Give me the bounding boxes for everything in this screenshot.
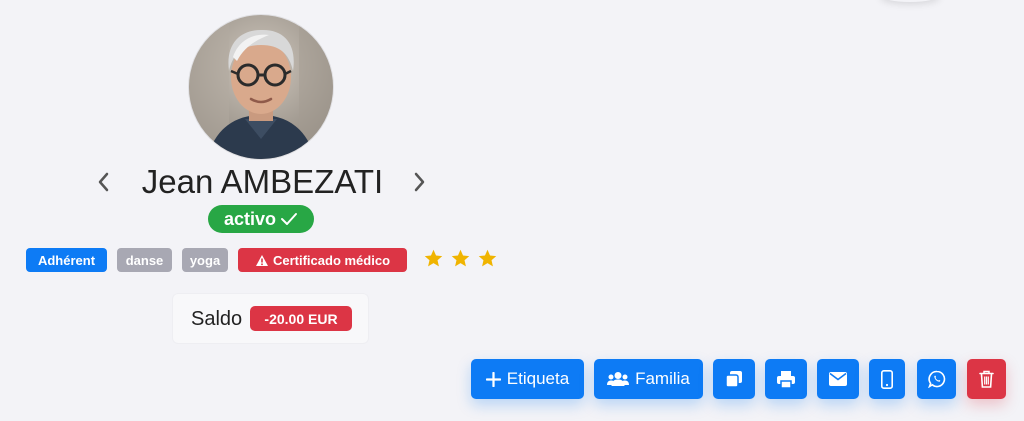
sms-button[interactable] [869, 359, 905, 399]
tag-label: Adhérent [37, 252, 96, 268]
tag-label: danse [125, 252, 164, 268]
email-button[interactable] [817, 359, 859, 399]
tag-yoga[interactable]: yoga [182, 248, 228, 272]
action-toolbar: Etiqueta Familia [0, 359, 1024, 399]
plus-icon [485, 371, 501, 387]
balance-value-badge: -20.00 EUR [250, 306, 352, 331]
check-icon [281, 213, 298, 225]
print-button[interactable] [765, 359, 807, 399]
chevron-left-icon [98, 172, 109, 192]
print-icon [777, 370, 795, 388]
tag-danse[interactable]: danse [117, 248, 172, 272]
member-profile-page: Jean AMBEZATI activo Adhérent danse yoga [0, 0, 1024, 421]
rating-stars [423, 248, 498, 270]
mobile-icon [881, 369, 893, 389]
family-button[interactable]: Familia [594, 359, 703, 399]
tag-label: yoga [189, 252, 221, 268]
balance-label: Saldo [191, 308, 243, 330]
name-row: Jean AMBEZATI [90, 160, 435, 204]
balance-card: Saldo -20.00 EUR [173, 294, 368, 343]
member-name: Jean AMBEZATI [141, 163, 384, 200]
trash-icon [979, 370, 994, 388]
status-label: activo [223, 208, 277, 229]
star-icon [478, 249, 497, 267]
whatsapp-button[interactable] [917, 359, 956, 399]
family-button-label: Familia [635, 369, 690, 388]
copy-icon [725, 371, 742, 388]
delete-button[interactable] [967, 359, 1006, 399]
users-icon [607, 372, 630, 386]
tag-adherent[interactable]: Adhérent [26, 248, 107, 272]
whatsapp-icon [927, 370, 945, 388]
status-badge: activo [208, 205, 314, 233]
star-icon [451, 249, 470, 267]
top-dropdown-shadow [880, 0, 940, 2]
chevron-right-icon [414, 172, 425, 192]
add-label-button[interactable]: Etiqueta [471, 359, 584, 399]
avatar [189, 15, 333, 159]
add-label-button-label: Etiqueta [506, 369, 570, 388]
envelope-icon [829, 372, 847, 386]
star-icon [424, 249, 443, 267]
previous-member-button[interactable] [90, 168, 116, 196]
next-member-button[interactable] [407, 168, 433, 196]
duplicate-button[interactable] [713, 359, 755, 399]
warning-icon [255, 254, 268, 266]
avatar-photo [189, 15, 333, 159]
tag-label: Certificado médico [272, 252, 391, 268]
tag-medical-certificate[interactable]: Certificado médico [238, 248, 407, 272]
